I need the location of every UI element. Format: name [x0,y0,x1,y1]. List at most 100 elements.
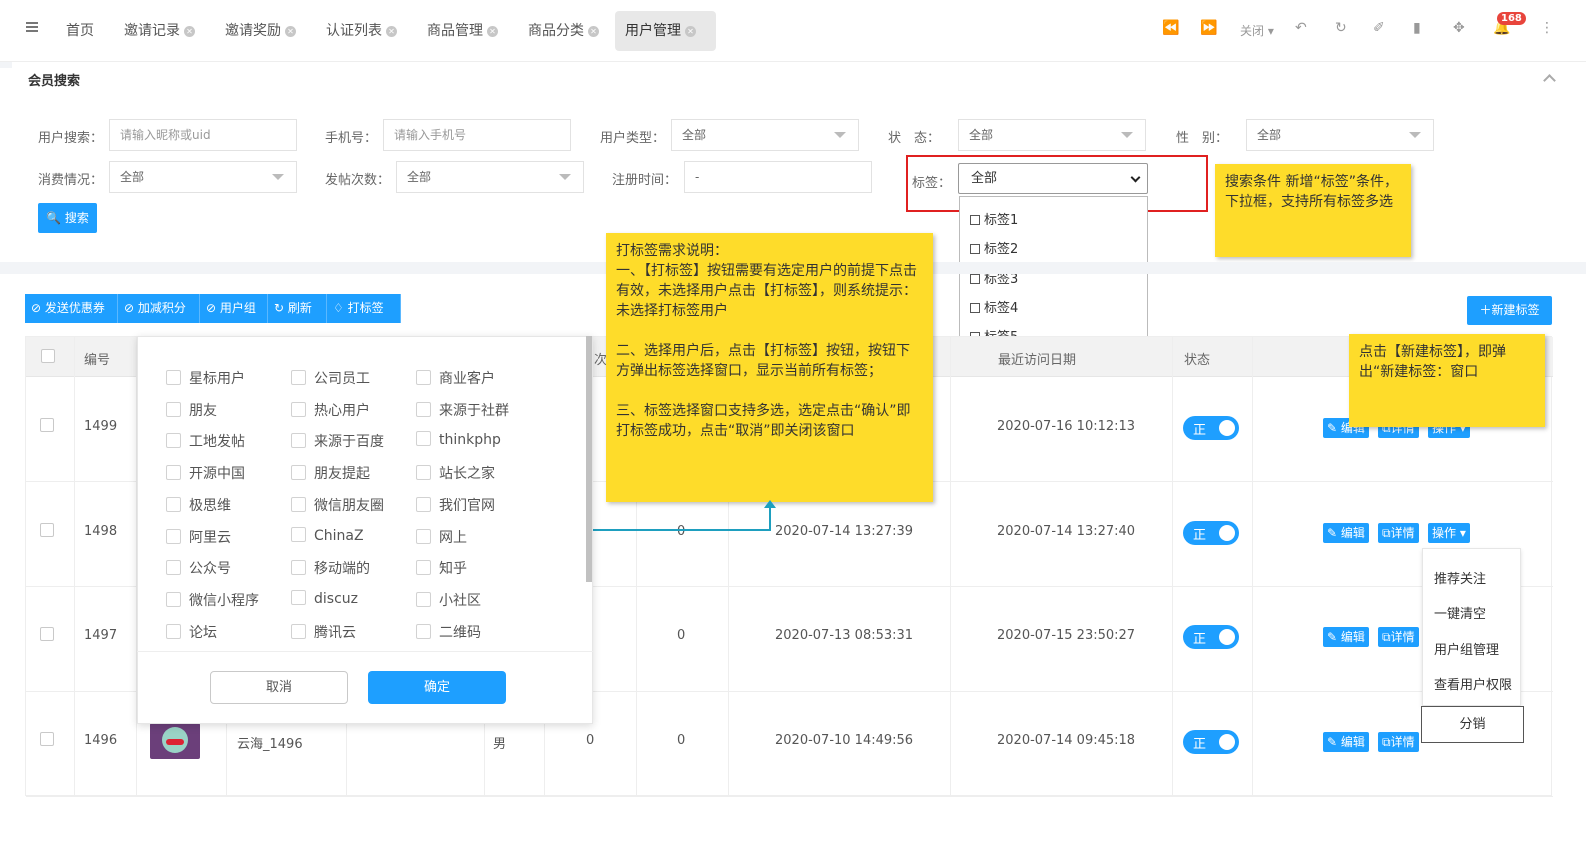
checkbox[interactable] [416,465,431,480]
user-group-button[interactable]: ⊘ 用户组 [200,294,268,323]
tag-picker-option[interactable]: ChinaZ [291,527,364,544]
row-checkbox[interactable] [40,627,54,641]
gender-select[interactable]: 全部 [1246,119,1434,151]
move-icon[interactable]: ✥ [1453,20,1465,36]
posts-select[interactable]: 全部 [396,161,584,193]
status-toggle[interactable]: 正 [1183,416,1239,440]
menu-icon[interactable] [26,22,38,32]
checkbox[interactable] [166,529,181,544]
tab-auth-list[interactable]: 认证列表 ✕ [316,11,407,51]
checkbox[interactable] [970,215,980,225]
tag-picker-option[interactable]: 开源中国 [166,463,245,483]
checkbox[interactable] [416,402,431,417]
user-search-input[interactable]: 请输入昵称或uid [109,119,297,151]
row-checkbox[interactable] [40,523,54,537]
checkbox[interactable] [291,590,306,605]
tag-picker-option[interactable]: 商业客户 [416,368,495,388]
refresh-button[interactable]: ↻ 刷新 [268,294,327,323]
checkbox[interactable] [291,370,306,385]
menu-item-group-manage[interactable]: 用户组管理 [1434,639,1499,658]
edit-button[interactable]: ✎ 编辑 [1323,732,1369,752]
checkbox[interactable] [416,624,431,639]
tag-picker-option[interactable]: 网上 [416,527,467,547]
lock-icon[interactable]: ▮ [1413,20,1421,36]
spend-select[interactable]: 全部 [109,161,297,193]
regtime-input[interactable]: - [684,161,872,193]
rewind-icon[interactable]: ⏪ [1162,20,1179,36]
checkbox[interactable] [416,370,431,385]
tag-option[interactable]: 标签2 [970,238,1018,257]
edit-button[interactable]: ✎ 编辑 [1323,523,1369,543]
tag-picker-option[interactable]: 来源于社群 [416,400,509,420]
tag-picker-option[interactable]: 极思维 [166,495,231,515]
checkbox[interactable] [291,402,306,417]
menu-item-permissions[interactable]: 查看用户权限 [1434,674,1512,693]
checkbox[interactable] [166,624,181,639]
close-icon[interactable]: ✕ [386,26,397,37]
checkbox[interactable] [416,592,431,607]
tag-option[interactable]: 标签4 [970,297,1018,316]
checkbox[interactable] [416,560,431,575]
status-toggle[interactable]: 正 [1183,730,1239,754]
checkbox[interactable] [291,624,306,639]
checkbox[interactable] [970,303,980,313]
undo-icon[interactable]: ↶ [1295,20,1307,36]
tag-select[interactable]: 全部 [958,163,1148,194]
more-icon[interactable]: ⋮ [1540,20,1554,36]
tag-picker-option[interactable]: 我们官网 [416,495,495,515]
ops-button[interactable]: 操作 ▾ [1428,523,1470,543]
checkbox[interactable] [291,465,306,480]
checkbox[interactable] [970,274,980,284]
tab-products[interactable]: 商品管理 ✕ [417,11,508,51]
cancel-button[interactable]: 取消 [210,671,348,704]
refresh-icon[interactable]: ↻ [1335,20,1347,36]
confirm-button[interactable]: 确定 [368,671,506,704]
close-icon[interactable]: ✕ [285,26,296,37]
tag-picker-option[interactable]: 朋友提起 [291,463,370,483]
checkbox[interactable] [291,560,306,575]
checkbox[interactable] [166,402,181,417]
tag-picker-option[interactable]: 论坛 [166,622,217,642]
tag-picker-option[interactable]: 星标用户 [166,368,245,388]
user-type-select[interactable]: 全部 [671,119,859,151]
tag-picker-option[interactable]: 腾讯云 [291,622,356,642]
select-all-checkbox[interactable] [41,349,55,363]
phone-input[interactable]: 请输入手机号 [383,119,571,151]
close-icon[interactable]: ✕ [487,26,498,37]
checkbox[interactable] [166,370,181,385]
tag-picker-option[interactable]: 工地发帖 [166,431,245,451]
checkbox[interactable] [291,497,306,512]
checkbox[interactable] [166,560,181,575]
send-coupon-button[interactable]: ⊘ 发送优惠券 [25,294,118,323]
tag-picker-option[interactable]: discuz [291,590,358,607]
menu-item-distribution[interactable]: 分销 [1421,706,1524,743]
status-select[interactable]: 全部 [958,119,1146,151]
tab-invite-records[interactable]: 邀请记录 ✕ [114,11,205,51]
tag-button[interactable]: ♢ 打标签 [327,294,401,323]
tag-picker-option[interactable]: 公众号 [166,558,231,578]
checkbox[interactable] [291,527,306,542]
forward-icon[interactable]: ⏩ [1200,20,1217,36]
tag-picker-option[interactable]: 微信朋友圈 [291,495,384,515]
tag-picker-option[interactable]: 来源于百度 [291,431,384,451]
checkbox[interactable] [416,497,431,512]
checkbox[interactable] [166,592,181,607]
tag-picker-option[interactable]: 小社区 [416,590,481,610]
checkbox[interactable] [166,465,181,480]
new-tag-button[interactable]: ＋新建标签 [1467,296,1552,325]
checkbox[interactable] [416,529,431,544]
checkbox[interactable] [291,433,306,448]
status-toggle[interactable]: 正 [1183,625,1239,649]
scrollbar[interactable] [586,336,592,582]
brush-icon[interactable]: ✐ [1373,20,1385,36]
tag-picker-option[interactable]: 公司员工 [291,368,370,388]
checkbox[interactable] [166,497,181,512]
tag-picker-option[interactable]: thinkphp [416,431,501,448]
tab-categories[interactable]: 商品分类 ✕ [518,11,609,51]
tag-picker-option[interactable]: 二维码 [416,622,481,642]
tag-picker-option[interactable]: 朋友 [166,400,217,420]
row-checkbox[interactable] [40,418,54,432]
adjust-points-button[interactable]: ⊘ 加减积分 [118,294,200,323]
checkbox[interactable] [416,431,431,446]
tab-home[interactable]: 首页 [56,11,104,51]
